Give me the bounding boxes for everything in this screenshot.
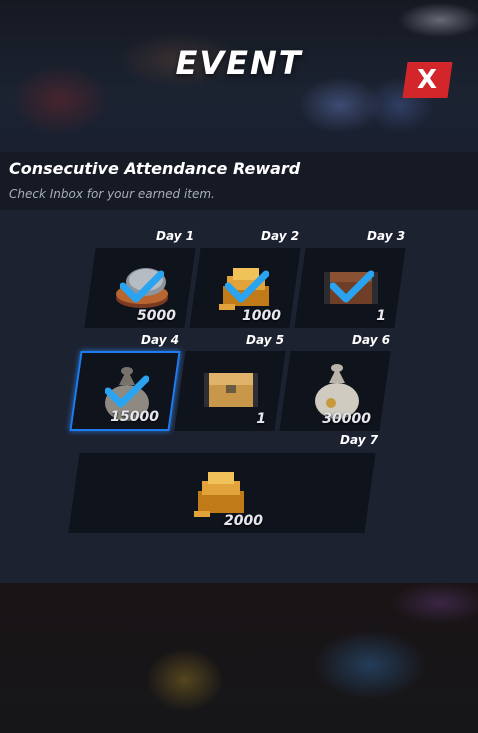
reward-quantity: 5000 [137,308,176,324]
reward-quantity: 30000 [322,411,371,427]
reward-card-day-6[interactable]: 30000 [279,351,391,431]
day-label: Day 1 [156,229,195,243]
reward-card-day-2[interactable]: 1000 [189,248,301,328]
day-label: Day 4 [141,333,180,347]
day-label: Day 3 [367,229,406,243]
day-label: Day 7 [340,433,379,447]
panel-header: Consecutive Attendance Reward Check Inbo… [0,152,478,210]
reward-card-day-3[interactable]: 1 [294,248,406,328]
reward-card-day-1[interactable]: 5000 [84,248,196,328]
reward-quantity: 1000 [242,308,281,324]
check-icon [225,270,269,303]
day-label: Day 2 [261,229,300,243]
reward-quantity: 1 [376,308,386,324]
reward-quantity: 2000 [224,513,263,529]
reward-quantity: 1 [256,411,266,427]
reward-quantity: 15000 [110,409,159,425]
gold-box-icon [204,373,258,407]
day-label: Day 5 [246,333,285,347]
day-label: Day 6 [352,333,391,347]
reward-card-day-5[interactable]: 1 [174,351,286,431]
close-button[interactable]: X [402,62,453,98]
panel-subtitle: Check Inbox for your earned item. [9,187,215,201]
attendance-panel: Consecutive Attendance Reward Check Inbo… [0,152,478,583]
close-icon: X [417,65,438,95]
reward-card-day-4[interactable]: 15000 [69,351,181,431]
panel-title: Consecutive Attendance Reward [9,159,301,178]
check-icon [120,270,164,303]
check-icon [330,270,374,303]
check-icon [105,375,149,408]
background-scene-bottom [0,583,478,733]
reward-card-day-7[interactable]: 2000 [68,453,376,533]
